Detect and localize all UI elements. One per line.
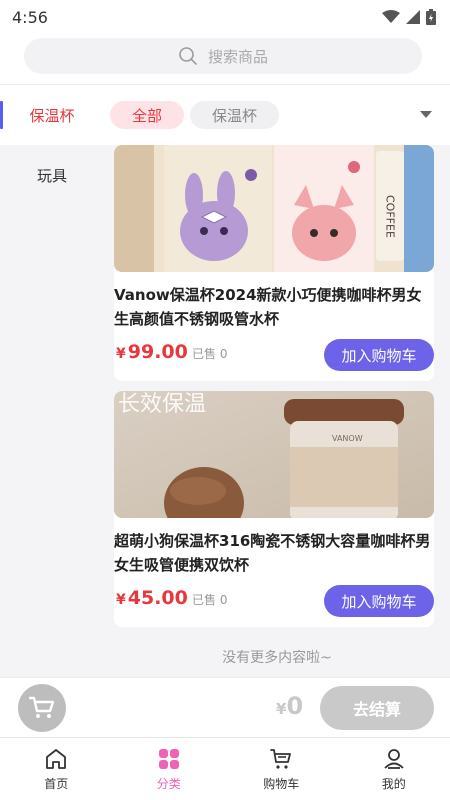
sidebar-item-toys[interactable]: 玩具 bbox=[0, 145, 104, 205]
cart-summary-bar: ¥0 去结算 bbox=[0, 677, 450, 737]
status-bar: 4:56 bbox=[0, 0, 450, 34]
product-card[interactable]: COFFEE Vanow保温杯2024新款小巧便携咖啡杯男女生高颜值不锈钢吸管水… bbox=[114, 145, 434, 381]
product-image: COFFEE bbox=[114, 145, 434, 272]
product-price: ¥99.00 bbox=[116, 341, 188, 363]
add-to-cart-button[interactable]: 加入购物车 bbox=[324, 339, 434, 371]
home-icon bbox=[46, 748, 67, 769]
battery-icon bbox=[426, 9, 436, 25]
tab-profile[interactable]: 我的 bbox=[338, 738, 450, 800]
cellular-signal-icon bbox=[406, 10, 420, 24]
cart-total: ¥0 bbox=[276, 692, 303, 720]
vanow-brand-print: VANOW bbox=[332, 434, 363, 443]
sidebar-item-label: 玩具 bbox=[36, 166, 67, 185]
checkout-button[interactable]: 去结算 bbox=[320, 686, 434, 730]
product-card[interactable]: 长效保温 VANOW 超萌小狗保温杯316陶瓷不锈钢大容量咖啡杯男女生吸管便携双… bbox=[114, 391, 434, 627]
search-placeholder: 搜索商品 bbox=[207, 47, 268, 66]
sidebar-item-label: 保温杯 bbox=[29, 106, 75, 125]
chip-thermos[interactable]: 保温杯 bbox=[190, 101, 280, 129]
tab-category[interactable]: 分类 bbox=[113, 738, 226, 800]
product-panel: 全部 保温杯 COFFEE Vanow保温杯2024新款小巧便携咖啡杯男女生高颜… bbox=[104, 85, 450, 677]
sold-count: 已售 0 bbox=[192, 347, 228, 361]
currency-symbol: ¥ bbox=[116, 592, 126, 608]
subcategory-chips: 全部 保温杯 bbox=[104, 85, 450, 145]
coffee-print: COFFEE bbox=[384, 195, 397, 238]
sidebar-active-indicator bbox=[0, 101, 3, 129]
tab-label: 我的 bbox=[381, 776, 406, 791]
category-sidebar: 保温杯 玩具 bbox=[0, 85, 104, 677]
search-icon bbox=[179, 47, 197, 65]
chevron-down-icon[interactable] bbox=[420, 111, 432, 118]
long-lasting-heat-print: 长效保温 bbox=[118, 392, 206, 417]
search-input[interactable]: 搜索商品 bbox=[24, 38, 422, 74]
product-image: 长效保温 VANOW bbox=[114, 391, 434, 518]
cart-button[interactable] bbox=[18, 684, 66, 732]
shopping-cart-icon bbox=[29, 696, 55, 718]
status-icons bbox=[382, 9, 436, 25]
category-grid-icon bbox=[158, 748, 179, 769]
tab-label: 首页 bbox=[44, 776, 69, 791]
product-title[interactable]: 超萌小狗保温杯316陶瓷不锈钢大容量咖啡杯男女生吸管便携双饮杯 bbox=[114, 529, 434, 577]
currency-symbol: ¥ bbox=[116, 346, 126, 362]
product-list: COFFEE Vanow保温杯2024新款小巧便携咖啡杯男女生高颜值不锈钢吸管水… bbox=[104, 145, 450, 677]
list-end-text: 没有更多内容啦~ bbox=[222, 650, 332, 666]
product-price: ¥45.00 bbox=[116, 587, 188, 609]
wifi-icon bbox=[382, 10, 400, 23]
chip-all[interactable]: 全部 bbox=[110, 101, 185, 129]
tab-cart[interactable]: 购物车 bbox=[225, 738, 338, 800]
tab-home[interactable]: 首页 bbox=[0, 738, 113, 800]
currency-symbol: ¥ bbox=[276, 700, 287, 718]
sold-count: 已售 0 bbox=[192, 593, 228, 607]
total-amount: 0 bbox=[286, 692, 304, 720]
bottom-tab-bar: 首页 分类 购物车 我的 bbox=[0, 737, 450, 800]
sidebar-item-thermos[interactable]: 保温杯 bbox=[0, 85, 104, 145]
tab-label: 分类 bbox=[156, 776, 181, 791]
add-to-cart-button[interactable]: 加入购物车 bbox=[324, 585, 434, 617]
product-title[interactable]: Vanow保温杯2024新款小巧便携咖啡杯男女生高颜值不锈钢吸管水杯 bbox=[114, 283, 434, 331]
tab-label: 购物车 bbox=[263, 776, 300, 791]
price-value: 99.00 bbox=[127, 341, 188, 363]
price-value: 45.00 bbox=[127, 587, 188, 609]
user-icon bbox=[384, 748, 404, 769]
cart-icon bbox=[270, 748, 292, 769]
status-time: 4:56 bbox=[12, 7, 48, 27]
